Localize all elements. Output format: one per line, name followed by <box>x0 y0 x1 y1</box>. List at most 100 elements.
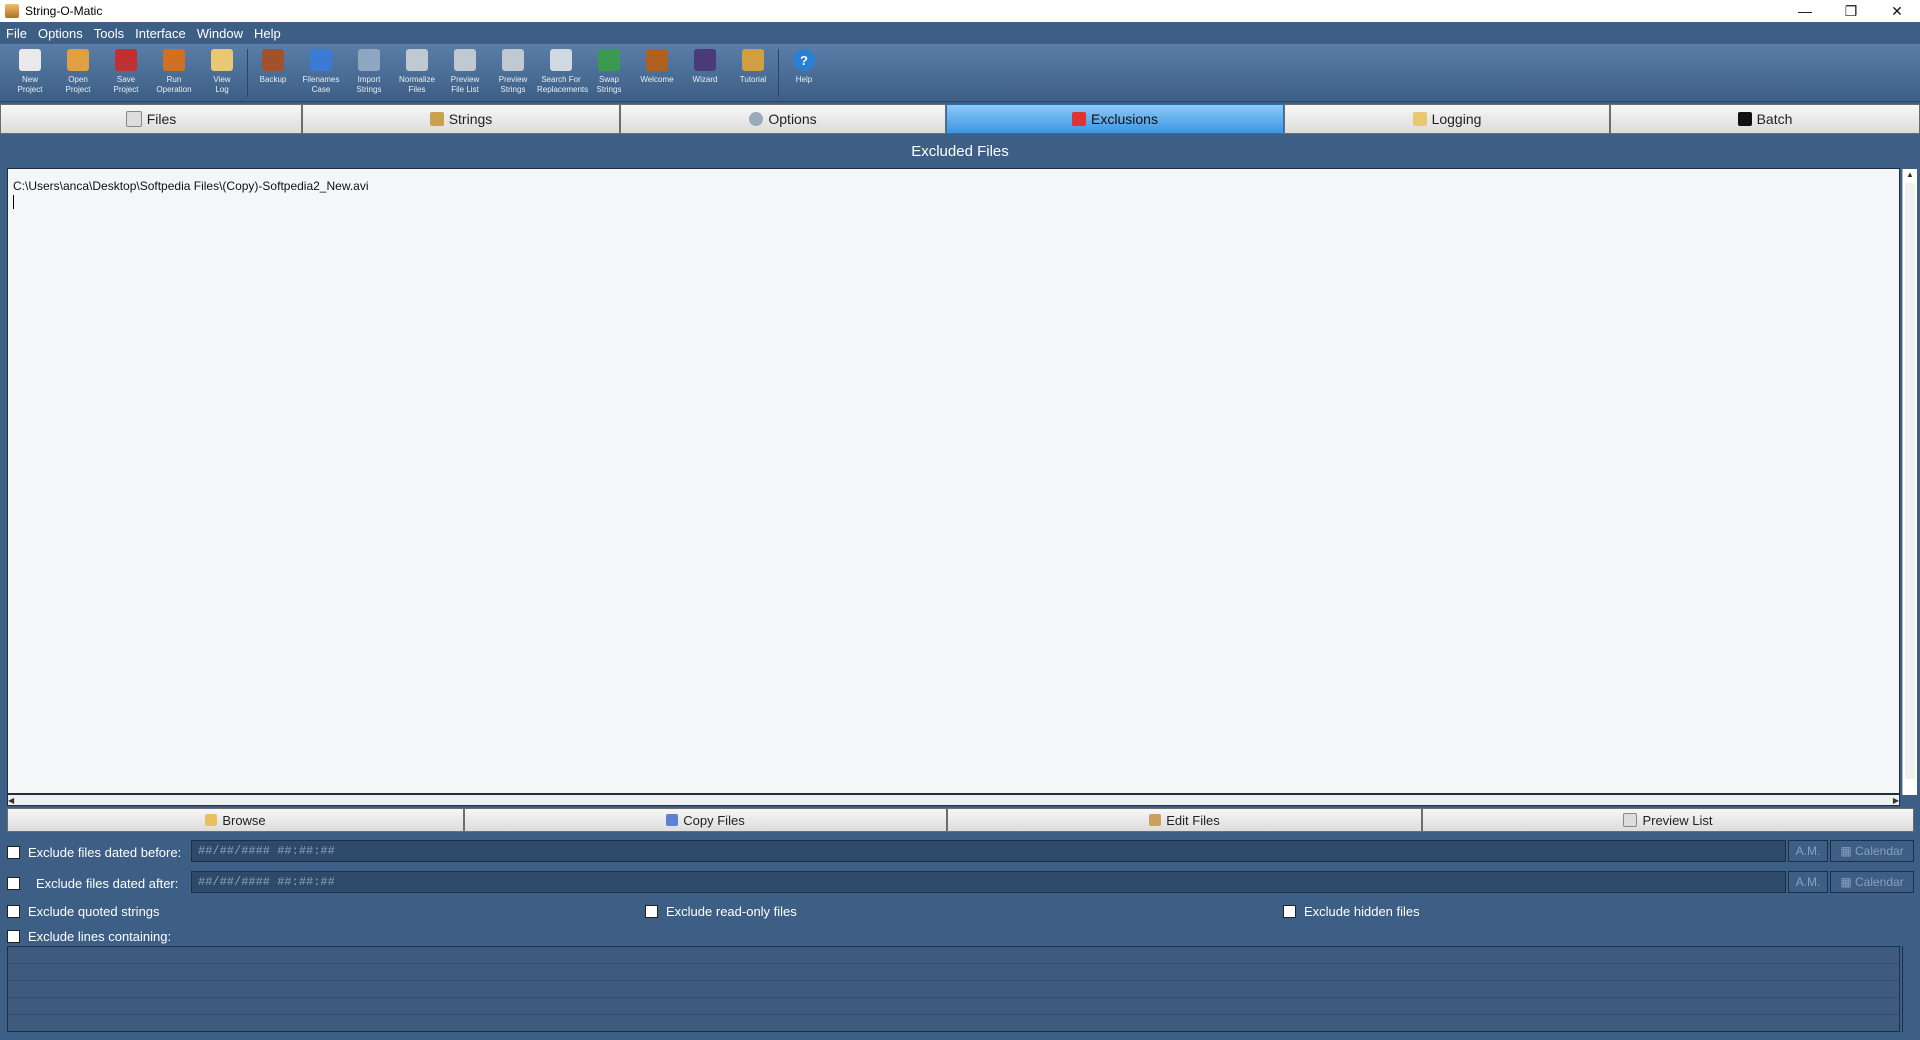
search-replacements-button[interactable]: Search For Replacements <box>537 44 589 95</box>
toolbar-button-label: Help <box>795 75 813 84</box>
toolbar-button-label: Open Project <box>65 75 91 94</box>
edit-files-label: Edit Files <box>1166 812 1220 828</box>
welcome-button[interactable]: Welcome <box>633 44 681 85</box>
toolbar-button-label: Welcome <box>640 75 674 84</box>
preview-strings-button[interactable]: Preview Strings <box>489 44 537 95</box>
tab-exclusions-label: Exclusions <box>1091 111 1158 127</box>
wizard-button[interactable]: Wizard <box>681 44 729 85</box>
save-project-icon <box>115 49 137 71</box>
vertical-scrollbar[interactable]: ▲ <box>1902 169 1917 795</box>
menu-file[interactable]: File <box>6 26 27 41</box>
dated-before-calendar-button[interactable]: ▦ Calendar <box>1830 840 1914 862</box>
tab-options[interactable]: Options <box>620 104 946 134</box>
tab-strings[interactable]: Strings <box>302 104 620 134</box>
preview-file-list-icon <box>454 49 476 71</box>
wizard-icon <box>694 49 716 71</box>
menu-help[interactable]: Help <box>254 26 281 41</box>
welcome-icon <box>646 49 668 71</box>
tab-batch[interactable]: Batch <box>1610 104 1920 134</box>
hidden-files-checkbox[interactable] <box>1283 905 1296 918</box>
toolbar-separator <box>778 49 779 97</box>
swap-strings-button[interactable]: Swap Strings <box>585 44 633 95</box>
import-strings-button[interactable]: Import Strings <box>345 44 393 95</box>
scroll-right-icon[interactable]: ▶ <box>1893 796 1899 805</box>
dated-before-ampm[interactable]: A.M. <box>1788 840 1828 862</box>
toolbar-button-label: Run Operation <box>156 75 192 94</box>
minimize-icon[interactable]: — <box>1782 0 1828 22</box>
toolbar-button-label: Wizard <box>692 75 718 84</box>
files-icon <box>125 111 142 127</box>
menu-interface[interactable]: Interface <box>135 26 186 41</box>
quoted-strings-row: Exclude quoted strings <box>7 904 160 919</box>
lines-containing-textarea[interactable] <box>7 946 1900 1032</box>
copy-files-label: Copy Files <box>683 812 745 828</box>
browse-label: Browse <box>222 812 266 828</box>
toolbar-button-label: Search For Replacements <box>537 75 589 94</box>
view-log-button[interactable]: View Log <box>198 44 246 95</box>
exclusions-icon <box>1072 112 1087 126</box>
calendar-label: Calendar <box>1854 844 1904 858</box>
filenames-case-button[interactable]: Filenames Case <box>297 44 345 95</box>
swap-strings-icon <box>598 49 620 71</box>
lines-containing-row: Exclude lines containing: <box>7 929 171 944</box>
window-controls: — ❐ ✕ <box>1782 0 1920 22</box>
backup-button[interactable]: Backup <box>249 44 297 85</box>
toolbar-button-label: Filenames Case <box>302 75 340 94</box>
dated-after-ampm[interactable]: A.M. <box>1788 871 1828 893</box>
dated-after-row: Exclude files dated after: <box>7 876 178 891</box>
gear-icon <box>749 112 764 126</box>
menu-window[interactable]: Window <box>197 26 243 41</box>
edit-files-button[interactable]: Edit Files <box>947 808 1422 832</box>
title-bar: String-O-Matic — ❐ ✕ <box>0 0 1920 22</box>
preview-list-button[interactable]: Preview List <box>1422 808 1914 832</box>
calendar-label: Calendar <box>1854 875 1904 889</box>
close-icon[interactable]: ✕ <box>1874 0 1920 22</box>
strings-icon <box>429 112 444 126</box>
edit-icon <box>1149 814 1162 826</box>
toolbar-button-label: Normalize Files <box>398 75 435 94</box>
restore-icon[interactable]: ❐ <box>1828 0 1874 22</box>
lines-containing-scrollbar[interactable] <box>1902 946 1915 1032</box>
dated-after-input[interactable]: ##/##/#### ##:##:## <box>191 871 1786 893</box>
menu-options[interactable]: Options <box>38 26 83 41</box>
preview-strings-icon <box>502 49 524 71</box>
open-project-button[interactable]: Open Project <box>54 44 102 95</box>
tab-logging[interactable]: Logging <box>1284 104 1610 134</box>
toolbar-separator <box>247 49 248 97</box>
tutorial-button[interactable]: Tutorial <box>729 44 777 85</box>
scroll-left-icon[interactable]: ◀ <box>8 796 14 805</box>
window-title: String-O-Matic <box>25 4 103 18</box>
backup-icon <box>262 49 284 71</box>
menu-tools[interactable]: Tools <box>94 26 124 41</box>
quoted-strings-checkbox[interactable] <box>7 905 20 918</box>
lines-containing-checkbox[interactable] <box>7 930 20 943</box>
dated-before-input[interactable]: ##/##/#### ##:##:## <box>191 840 1786 862</box>
dated-after-label: Exclude files dated after: <box>36 876 179 891</box>
toolbar-button-label: Backup <box>259 75 287 84</box>
copy-files-button[interactable]: Copy Files <box>464 808 947 832</box>
app-icon <box>5 4 19 18</box>
dated-after-checkbox[interactable] <box>7 877 20 890</box>
toolbar-button-label: Swap Strings <box>596 75 622 94</box>
new-project-button[interactable]: New Project <box>6 44 54 95</box>
save-project-button[interactable]: Save Project <box>102 44 150 95</box>
scroll-thumb[interactable] <box>1905 183 1915 779</box>
new-project-icon <box>19 49 41 71</box>
dated-after-calendar-button[interactable]: ▦ Calendar <box>1830 871 1914 893</box>
scroll-up-icon[interactable]: ▲ <box>1903 169 1917 181</box>
excluded-files-editor[interactable]: C:\Users\anca\Desktop\Softpedia Files\(C… <box>7 168 1917 795</box>
browse-button[interactable]: Browse <box>7 808 464 832</box>
help-button[interactable]: ? Help <box>780 44 828 85</box>
horizontal-scrollbar[interactable]: ◀ ▶ <box>7 794 1900 806</box>
folder-icon <box>205 814 218 826</box>
tab-bar: Files Strings Options Exclusions Logging… <box>0 104 1920 134</box>
preview-file-list-button[interactable]: Preview File List <box>441 44 489 95</box>
tab-files[interactable]: Files <box>0 104 302 134</box>
normalize-files-icon <box>406 49 428 71</box>
dated-before-checkbox[interactable] <box>7 846 20 859</box>
tab-exclusions[interactable]: Exclusions <box>946 104 1284 134</box>
read-only-checkbox[interactable] <box>645 905 658 918</box>
run-operation-button[interactable]: Run Operation <box>150 44 198 95</box>
normalize-files-button[interactable]: Normalize Files <box>393 44 441 95</box>
batch-icon <box>1737 112 1752 126</box>
